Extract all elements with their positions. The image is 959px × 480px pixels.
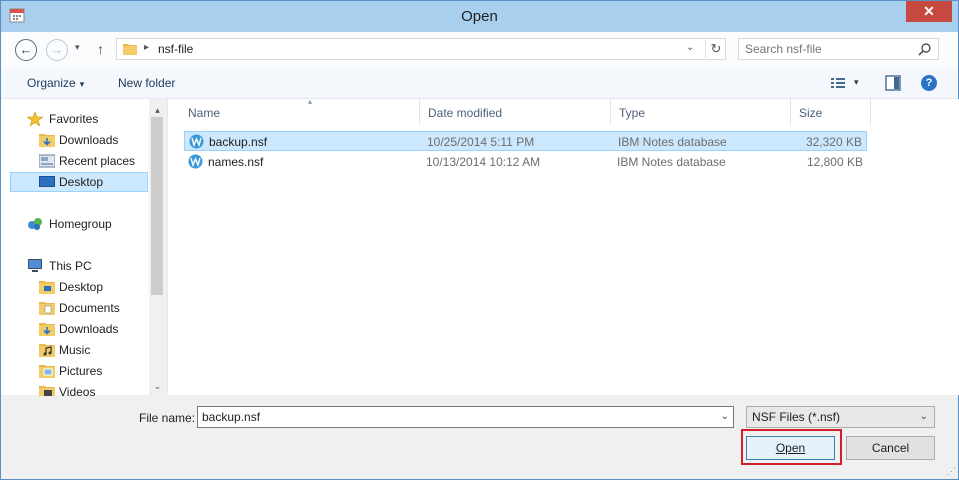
search-box[interactable] [738,38,939,60]
star-icon [27,112,43,126]
desktop-icon [39,176,55,187]
desktop-folder-icon [39,281,55,294]
chevron-down-icon[interactable]: ⌄ [920,411,928,422]
back-button[interactable]: ← [15,39,37,61]
search-input[interactable] [745,41,910,57]
organize-label: Organize [27,76,76,90]
downloads-folder-icon [39,323,55,336]
preview-pane-icon[interactable] [885,75,901,91]
nav-label: Favorites [49,112,99,126]
help-icon[interactable]: ? [921,75,937,91]
nav-label: Pictures [59,364,103,378]
file-name-label: File name: [139,411,196,425]
view-options-icon[interactable] [830,76,846,90]
chevron-down-icon[interactable]: ⌄ [721,411,729,422]
forward-button[interactable]: → [46,39,68,61]
nav-label: This PC [49,259,92,273]
cancel-button[interactable]: Cancel [846,436,935,460]
pictures-folder-icon [39,365,55,378]
file-size: 32,320 KB [805,135,862,149]
resize-grip-icon[interactable]: ⋰ [947,466,956,477]
nav-label: Desktop [59,175,104,189]
nav-scrollbar[interactable]: ▴ ⌄ [149,99,166,395]
refresh-icon[interactable]: ↻ [705,40,726,58]
downloads-folder-icon [39,134,55,147]
folder-icon [123,44,137,55]
recent-places-icon [39,154,55,168]
address-bar-area: ← → ▾ ↑ ▸ nsf-file ⌄ ↻ [1,32,958,68]
nav-favorites[interactable]: Favorites [10,109,148,129]
column-header-name[interactable]: Name ▴ [180,97,420,125]
homegroup-icon [28,218,42,230]
scroll-thumb[interactable] [151,117,163,295]
view-dropdown-icon[interactable]: ▾ [854,77,859,88]
back-arrow-icon: ← [19,42,33,57]
breadcrumb-path[interactable]: nsf-file [158,42,193,56]
chevron-down-icon: ▾ [79,79,85,89]
forward-arrow-icon: → [50,42,64,57]
file-row[interactable]: names.nsf 10/13/2014 10:12 AM IBM Notes … [184,152,867,172]
sort-ascending-icon: ▴ [308,97,313,106]
file-name-input[interactable] [202,409,702,425]
file-list[interactable]: Name ▴ Date modified Type Size backup.ns… [167,97,959,395]
nav-pictures[interactable]: Pictures [10,361,148,381]
nav-label: Downloads [59,322,119,336]
new-folder-button[interactable]: New folder [118,76,175,90]
nav-downloads[interactable]: Downloads [10,130,148,150]
nav-label: Documents [59,301,120,315]
file-type: IBM Notes database [617,155,726,169]
recent-locations-button[interactable]: ▾ [75,42,80,53]
address-dropdown-icon[interactable]: ⌄ [686,42,694,53]
nav-downloads-pc[interactable]: Downloads [10,319,148,339]
file-name: names.nsf [208,155,264,169]
nav-documents[interactable]: Documents [10,298,148,318]
ibm-notes-file-icon [189,134,204,149]
organize-button[interactable]: Organize ▾ [27,76,84,90]
file-name-combo[interactable]: ⌄ [197,406,734,428]
file-type: IBM Notes database [618,135,727,149]
breadcrumb-separator-icon[interactable]: ▸ [144,42,149,53]
title-bar[interactable]: Open ✕ [1,1,958,32]
up-button[interactable]: ↑ [97,41,104,57]
nav-label: Downloads [59,133,119,147]
open-dialog: Open ✕ ← → ▾ ↑ ▸ nsf-file ⌄ ↻ Organize▾ … [0,0,959,480]
nav-label: Recent places [59,154,136,168]
scroll-down-icon[interactable]: ⌄ [149,381,166,392]
nav-desktop[interactable]: Desktop [10,277,148,297]
nav-label: Music [59,343,91,357]
nav-label: Desktop [59,280,104,294]
close-button[interactable]: ✕ [906,1,952,22]
file-row[interactable]: backup.nsf 10/25/2014 5:11 PM IBM Notes … [184,131,867,151]
nav-label: Homegroup [49,217,112,231]
file-date: 10/25/2014 5:11 PM [427,135,535,149]
nav-music[interactable]: Music [10,340,148,360]
navigation-pane[interactable]: Favorites Downloads Recent places Deskto… [1,99,166,399]
command-toolbar: Organize ▾ New folder ▾ ? [1,68,958,99]
column-header-size[interactable]: Size [791,99,871,125]
bottom-bar: File name: ⌄ NSF Files (*.nsf) ⌄ Open Ca… [1,396,958,479]
file-type-filter-select[interactable]: NSF Files (*.nsf) ⌄ [746,406,935,428]
address-box[interactable]: ▸ nsf-file ⌄ ↻ [116,38,726,60]
nav-this-pc[interactable]: This PC [10,256,148,276]
ibm-notes-file-icon [188,154,203,169]
file-name: backup.nsf [209,135,268,149]
column-header-label: Name [188,106,221,120]
file-size: 12,800 KB [806,155,863,169]
column-header-type[interactable]: Type [611,99,791,125]
nav-recent-places[interactable]: Recent places [10,151,148,171]
file-type-filter-value: NSF Files (*.nsf) [752,410,841,424]
computer-icon [28,259,42,272]
documents-folder-icon [39,302,55,315]
open-button[interactable]: Open [746,436,835,460]
nav-homegroup[interactable]: Homegroup [10,214,148,234]
search-icon[interactable] [918,42,932,56]
scroll-up-icon[interactable]: ▴ [149,105,166,116]
column-header-date[interactable]: Date modified [420,99,611,125]
nav-desktop-favorite[interactable]: Desktop [10,172,148,192]
close-icon: ✕ [923,3,935,19]
file-date: 10/13/2014 10:12 AM [426,155,541,169]
music-folder-icon [39,344,55,357]
window-title: Open [461,8,498,25]
